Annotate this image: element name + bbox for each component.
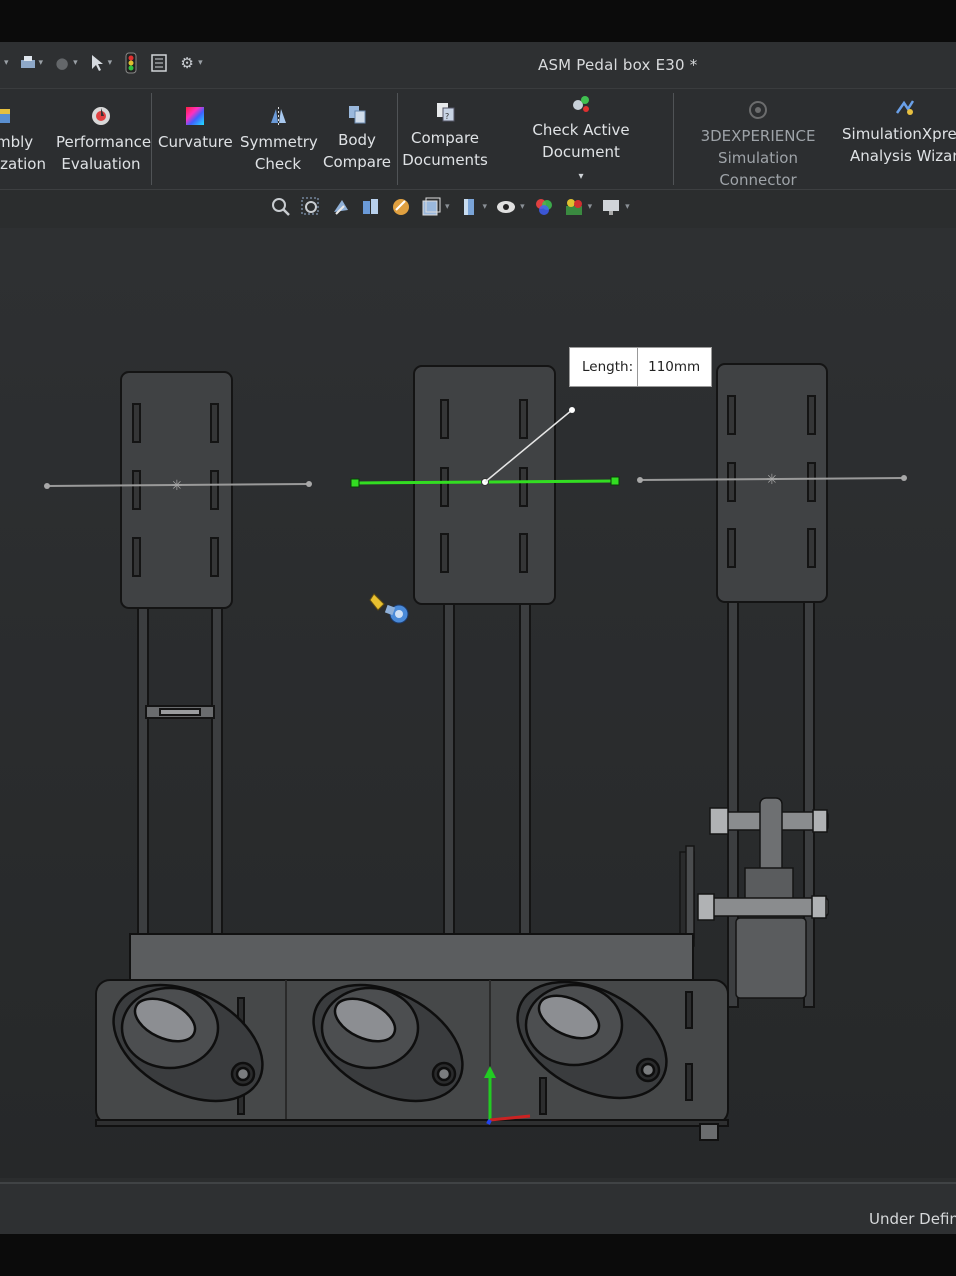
curvature-icon (186, 107, 204, 125)
apply-scene-dropdown-icon[interactable]: ▾ (588, 202, 593, 212)
print-dropdown-icon[interactable]: ▾ (39, 58, 44, 68)
graphics-area[interactable]: ✳ ✳ (0, 228, 956, 1178)
ribbon-separator (151, 93, 152, 185)
ribbon-separator (397, 93, 398, 185)
chevron-down-icon[interactable]: ▾ (578, 171, 583, 182)
length-dimension-box[interactable]: Length: 110mm (569, 347, 712, 387)
ribbon-label: Check (254, 155, 302, 173)
ribbon-label: Symmetry (240, 133, 318, 151)
gear-icon[interactable]: ⚙ (178, 54, 196, 72)
file-properties-icon[interactable] (150, 54, 168, 72)
edit-appearance-icon[interactable] (533, 196, 555, 218)
display-style-icon[interactable] (458, 196, 480, 218)
dynamic-annotation-icon[interactable] (390, 196, 412, 218)
ribbon-label: Curvature (158, 133, 233, 151)
ribbon-separator (673, 93, 674, 185)
assembly-visualization-icon (0, 109, 10, 123)
options-dropdown-icon[interactable]: ▾ (198, 58, 203, 68)
status-bar: Under Defin (0, 1182, 956, 1234)
ribbon-label: Performance (56, 133, 152, 151)
check-active-document-button[interactable]: Check Active Document ▾ (493, 93, 669, 188)
window-title: ASM Pedal box E30 * (538, 56, 698, 74)
ribbon-label: SimulationXpres (842, 125, 956, 143)
quick-access-toolbar: ▾ ▾ ● ▾ ▾ ⚙ ▾ (4, 52, 203, 74)
assembly-visualization-button[interactable]: mbly ization (0, 105, 48, 175)
body-compare-button[interactable]: Body Compare (322, 103, 392, 173)
svg-text:✳: ✳ (171, 478, 183, 494)
apply-scene-icon[interactable] (563, 196, 585, 218)
simulationxpress-icon (895, 100, 915, 115)
hide-show-items-icon[interactable] (495, 196, 517, 218)
ribbon-label: mbly (0, 133, 34, 151)
definition-status: Under Defin (869, 1210, 956, 1228)
performance-evaluation-button[interactable]: Performance Evaluation (56, 105, 151, 175)
compare-documents-button[interactable]: ? Compare Documents (402, 101, 488, 171)
rebuild-icon[interactable]: ● (53, 54, 71, 72)
ribbon-label: 3DEXPERIENCE (700, 127, 816, 145)
select-pointer-icon[interactable] (88, 54, 106, 72)
select-dropdown-icon[interactable]: ▾ (108, 58, 113, 68)
3dexperience-simulation-connector-button[interactable]: 3DEXPERIENCE Simulation Connector (678, 99, 838, 191)
view-settings-dropdown-icon[interactable]: ▾ (625, 202, 630, 212)
svg-text:✳: ✳ (766, 472, 778, 488)
zoom-to-fit-icon[interactable] (270, 196, 292, 218)
print-icon[interactable] (19, 54, 37, 72)
ribbon-label: Check Active Document (532, 121, 630, 161)
ribbon-label: Documents (402, 151, 488, 169)
ribbon-label: ization (0, 155, 46, 173)
simulationxpress-analysis-wizard-button[interactable]: SimulationXpres Analysis Wizard (842, 97, 956, 167)
solidworks-window: ▾ ▾ ● ▾ ▾ ⚙ ▾ ASM Pedal box E30 * mbly i… (0, 42, 956, 1234)
ribbon-label: Analysis Wizard (850, 147, 956, 165)
ribbon-label: Compare (410, 129, 480, 147)
length-value-field[interactable]: 110mm (642, 353, 706, 381)
symmetry-check-button[interactable]: Symmetry Check (240, 105, 318, 175)
symmetry-check-icon (271, 107, 286, 125)
view-settings-icon[interactable] (600, 196, 622, 218)
previous-view-icon[interactable] (330, 196, 352, 218)
body-compare-icon (349, 106, 366, 124)
zoom-to-area-icon[interactable] (300, 196, 322, 218)
heads-up-view-toolbar: ▾ ▾ ▾ ▾ ▾ (270, 192, 630, 222)
dropdown-arrow-icon[interactable]: ▾ (4, 58, 9, 68)
length-label: Length: (570, 348, 639, 386)
3dexperience-icon (749, 101, 767, 119)
hide-show-dropdown-icon[interactable]: ▾ (520, 202, 525, 212)
ribbon-label: Evaluation (61, 155, 141, 173)
curvature-button[interactable]: Curvature (158, 105, 233, 153)
compare-documents-icon: ? (437, 103, 455, 122)
ribbon-label: Body (338, 131, 376, 149)
title-bar: ▾ ▾ ● ▾ ▾ ⚙ ▾ ASM Pedal box E30 * (0, 42, 956, 89)
performance-evaluation-icon (92, 107, 110, 125)
section-view-icon[interactable] (360, 196, 382, 218)
ribbon-label: Simulation Connector (718, 149, 798, 189)
svg-text:?: ? (445, 112, 449, 121)
check-active-document-icon (573, 96, 589, 112)
ribbon-label: Compare (322, 153, 392, 171)
rebuild-dropdown-icon[interactable]: ▾ (73, 58, 78, 68)
display-style-dropdown-icon[interactable]: ▾ (483, 202, 488, 212)
view-orientation-icon[interactable] (420, 196, 442, 218)
traffic-light-icon[interactable] (122, 52, 140, 74)
view-orientation-dropdown-icon[interactable]: ▾ (445, 202, 450, 212)
evaluate-ribbon: mbly ization Performance Evaluation Curv… (0, 89, 956, 190)
